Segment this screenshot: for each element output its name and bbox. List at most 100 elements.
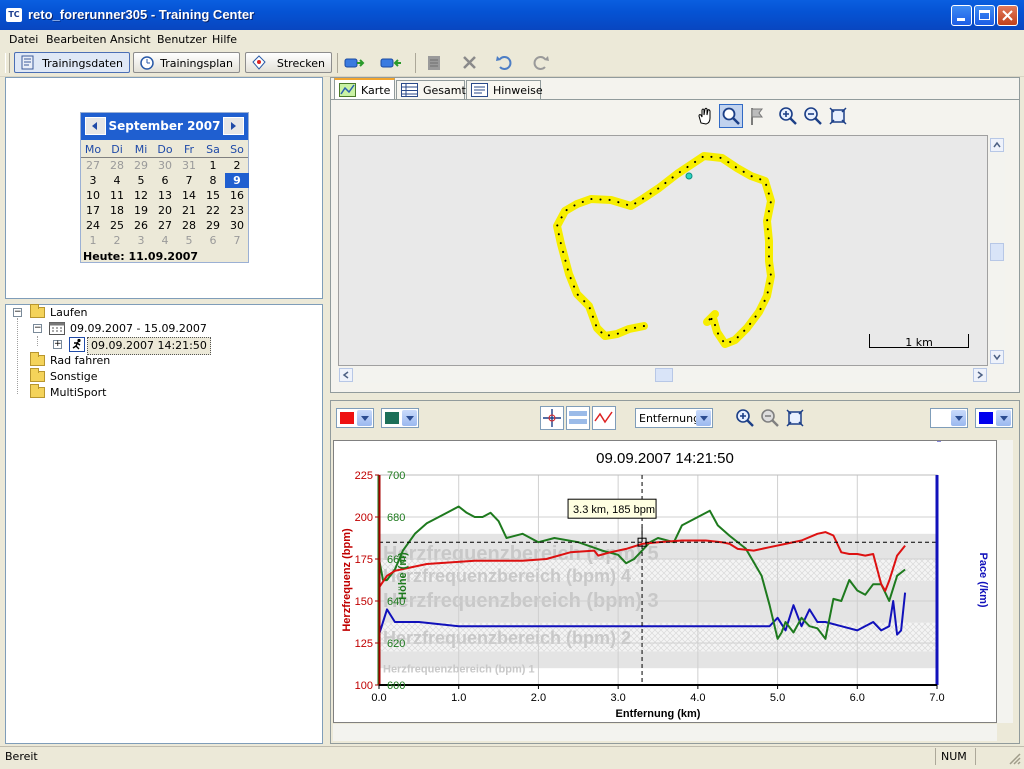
- calendar-day[interactable]: 4: [153, 233, 177, 248]
- x-axis-select[interactable]: Entfernung: [635, 408, 713, 428]
- expand-activity-toggle[interactable]: +: [53, 340, 62, 349]
- menu-ansicht[interactable]: Ansicht: [110, 33, 151, 46]
- zoom-select-button[interactable]: [719, 104, 743, 128]
- calendar-day[interactable]: 28: [177, 218, 201, 233]
- calendar-day[interactable]: 19: [129, 203, 153, 218]
- calendar-day[interactable]: 24: [81, 218, 105, 233]
- crosshair-icon[interactable]: [540, 406, 564, 430]
- scroll-right-button[interactable]: [973, 368, 987, 382]
- calendar-day[interactable]: 29: [201, 218, 225, 233]
- calendar-day[interactable]: 26: [129, 218, 153, 233]
- extra-series-dropdown[interactable]: [930, 408, 968, 428]
- calendar-day[interactable]: 31: [177, 158, 201, 173]
- calendar-day[interactable]: 21: [177, 203, 201, 218]
- calendar-day[interactable]: 9: [225, 173, 249, 188]
- calendar-day[interactable]: 22: [201, 203, 225, 218]
- calendar-day[interactable]: 27: [153, 218, 177, 233]
- graph-zoom-in-icon[interactable]: [735, 408, 755, 428]
- calendar-day[interactable]: 20: [153, 203, 177, 218]
- collapse-week-toggle[interactable]: −: [33, 324, 42, 333]
- calendar-day[interactable]: 10: [81, 188, 105, 203]
- calendar-day[interactable]: 7: [225, 233, 249, 248]
- calendar-next-button[interactable]: [223, 117, 244, 135]
- tree-item-multisport[interactable]: MultiSport: [50, 385, 106, 401]
- calendar-day[interactable]: 12: [129, 188, 153, 203]
- zoom-out-icon[interactable]: [803, 106, 823, 126]
- calendar-today[interactable]: Heute: 11.09.2007: [83, 250, 198, 263]
- calendar-day[interactable]: 30: [153, 158, 177, 173]
- close-button[interactable]: [997, 5, 1018, 26]
- flag-icon[interactable]: [748, 106, 766, 126]
- zones-icon[interactable]: [566, 406, 590, 430]
- calendar-day[interactable]: 30: [225, 218, 249, 233]
- chart-svg[interactable]: Herzfrequenzbereich (bpm) 5Herzfrequenzb…: [334, 441, 996, 722]
- tab-karte[interactable]: Karte: [334, 78, 395, 100]
- calendar-day[interactable]: 2: [105, 233, 129, 248]
- menu-datei[interactable]: Datei: [9, 33, 38, 46]
- calendar-day[interactable]: 23: [225, 203, 249, 218]
- tree-item-sonstige[interactable]: Sonstige: [50, 369, 98, 385]
- elevation-color-dropdown[interactable]: [381, 408, 419, 428]
- strecken-button[interactable]: Strecken: [245, 52, 332, 73]
- maximize-button[interactable]: [974, 5, 995, 26]
- calendar-day[interactable]: 5: [177, 233, 201, 248]
- calendar-day[interactable]: 6: [153, 173, 177, 188]
- trainingsplan-button[interactable]: Trainingsplan: [133, 52, 240, 73]
- graph-zoom-out-icon[interactable]: [760, 408, 780, 428]
- fit-extent-icon[interactable]: [829, 107, 847, 125]
- print-icon[interactable]: [424, 53, 446, 73]
- calendar-day[interactable]: 7: [177, 173, 201, 188]
- calendar-day[interactable]: 2: [225, 158, 249, 173]
- calendar-day[interactable]: 18: [105, 203, 129, 218]
- pan-hand-icon[interactable]: [695, 106, 715, 126]
- graph-fit-icon[interactable]: [786, 409, 804, 427]
- minimize-button[interactable]: [951, 5, 972, 26]
- scroll-left-button[interactable]: [339, 368, 353, 382]
- scroll-down-button[interactable]: [990, 350, 1004, 364]
- collapse-laufen-toggle[interactable]: −: [13, 308, 22, 317]
- undo-icon[interactable]: [494, 53, 516, 73]
- calendar-day[interactable]: 5: [129, 173, 153, 188]
- chart-vscroll[interactable]: [997, 440, 1013, 723]
- scroll-up-button[interactable]: [990, 138, 1004, 152]
- menu-bearbeiten[interactable]: Bearbeiten: [46, 33, 106, 46]
- calendar-day[interactable]: 1: [81, 233, 105, 248]
- calendar-day[interactable]: 3: [81, 173, 105, 188]
- calendar-day[interactable]: 15: [201, 188, 225, 203]
- vscroll-thumb[interactable]: [990, 243, 1004, 261]
- calendar-day[interactable]: 8: [201, 173, 225, 188]
- resize-grip-icon[interactable]: [1008, 752, 1021, 765]
- trainingsdaten-button[interactable]: Trainingsdaten: [14, 52, 130, 73]
- tree-item-week[interactable]: 09.09.2007 - 15.09.2007: [70, 321, 207, 337]
- menu-hilfe[interactable]: Hilfe: [212, 33, 237, 46]
- calendar-day[interactable]: 13: [153, 188, 177, 203]
- receive-from-device-icon[interactable]: [380, 53, 402, 73]
- tree-item-laufen[interactable]: Laufen: [50, 305, 87, 321]
- calendar-day[interactable]: 17: [81, 203, 105, 218]
- calendar-day[interactable]: 1: [201, 158, 225, 173]
- calendar-day[interactable]: 16: [225, 188, 249, 203]
- chart-hscroll[interactable]: [333, 724, 997, 741]
- calendar-day[interactable]: 11: [105, 188, 129, 203]
- tab-gesamt[interactable]: Gesamt: [396, 80, 466, 99]
- calendar-day[interactable]: 27: [81, 158, 105, 173]
- line-graph-icon[interactable]: [592, 406, 616, 430]
- send-to-device-icon[interactable]: [344, 53, 366, 73]
- calendar-day[interactable]: 28: [105, 158, 129, 173]
- pace-color-dropdown[interactable]: [975, 408, 1013, 428]
- calendar-day[interactable]: 4: [105, 173, 129, 188]
- calendar-day[interactable]: 29: [129, 158, 153, 173]
- redo-icon[interactable]: [529, 53, 551, 73]
- heart-rate-color-dropdown[interactable]: [336, 408, 374, 428]
- hscroll-thumb[interactable]: [655, 368, 673, 382]
- delete-icon[interactable]: [459, 53, 481, 73]
- tree-item-rad-fahren[interactable]: Rad fahren: [50, 353, 110, 369]
- map-canvas[interactable]: [338, 135, 988, 366]
- calendar-day[interactable]: 3: [129, 233, 153, 248]
- calendar-day[interactable]: 6: [201, 233, 225, 248]
- calendar-day[interactable]: 14: [177, 188, 201, 203]
- tab-hinweise[interactable]: Hinweise: [466, 80, 543, 99]
- menu-benutzer[interactable]: Benutzer: [157, 33, 207, 46]
- calendar-day[interactable]: 25: [105, 218, 129, 233]
- zoom-in-icon[interactable]: [778, 106, 798, 126]
